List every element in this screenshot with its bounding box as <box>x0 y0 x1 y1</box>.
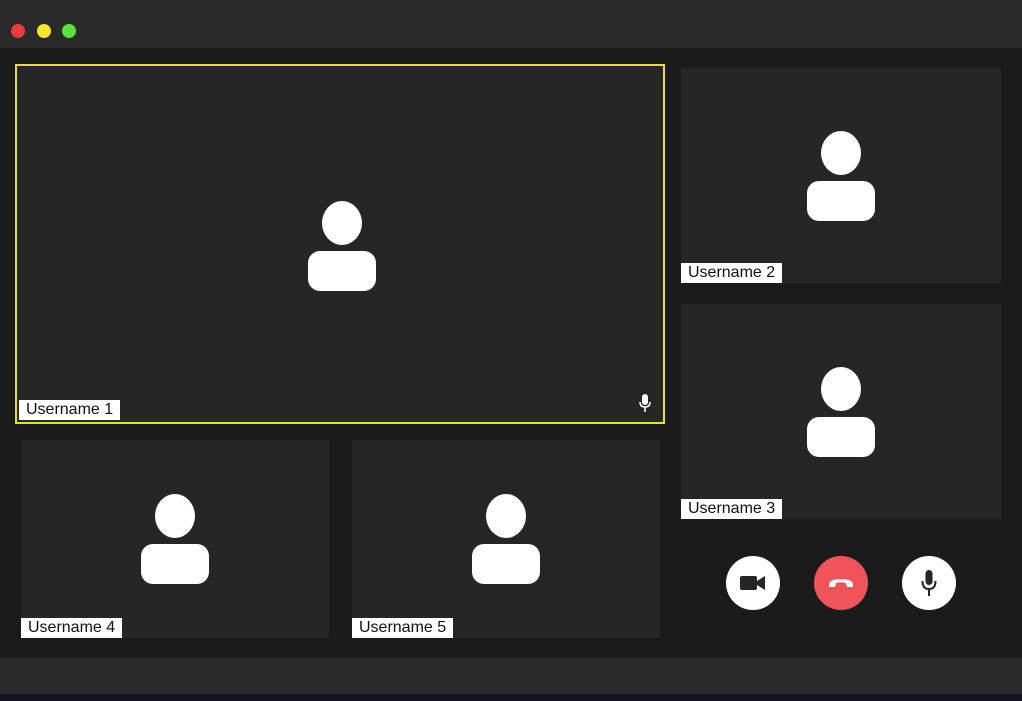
participant-tile-4[interactable]: Username 4 <box>21 440 329 638</box>
user-avatar-icon <box>141 494 209 584</box>
call-controls <box>681 556 1001 620</box>
phone-hangup-icon <box>829 579 853 587</box>
minimize-window-button[interactable] <box>37 24 51 38</box>
maximize-window-button[interactable] <box>62 24 76 38</box>
user-avatar-icon <box>807 367 875 457</box>
toggle-mic-button[interactable] <box>902 556 956 610</box>
user-avatar-icon <box>807 131 875 221</box>
title-bar <box>0 0 1022 48</box>
toggle-video-button[interactable] <box>726 556 780 610</box>
participant-tile-2[interactable]: Username 2 <box>681 68 1001 283</box>
end-call-button[interactable] <box>814 556 868 610</box>
microphone-icon <box>921 570 937 596</box>
participant-name: Username 5 <box>352 618 454 638</box>
participant-name: Username 2 <box>681 263 783 283</box>
video-grid: Username 1 Username 2 Username 3 Usernam… <box>0 48 1022 658</box>
participant-tile-5[interactable]: Username 5 <box>352 440 660 638</box>
bottom-edge <box>0 694 1022 701</box>
participant-name: Username 1 <box>19 400 121 420</box>
user-avatar-icon <box>308 201 376 291</box>
user-avatar-icon <box>472 494 540 584</box>
video-camera-icon <box>740 576 765 590</box>
bottom-bar <box>0 658 1022 694</box>
participant-name: Username 4 <box>21 618 123 638</box>
mic-icon <box>639 394 651 412</box>
participant-tile-1[interactable]: Username 1 <box>15 64 665 424</box>
close-window-button[interactable] <box>11 24 25 38</box>
participant-name: Username 3 <box>681 499 783 519</box>
participant-tile-3[interactable]: Username 3 <box>681 304 1001 519</box>
